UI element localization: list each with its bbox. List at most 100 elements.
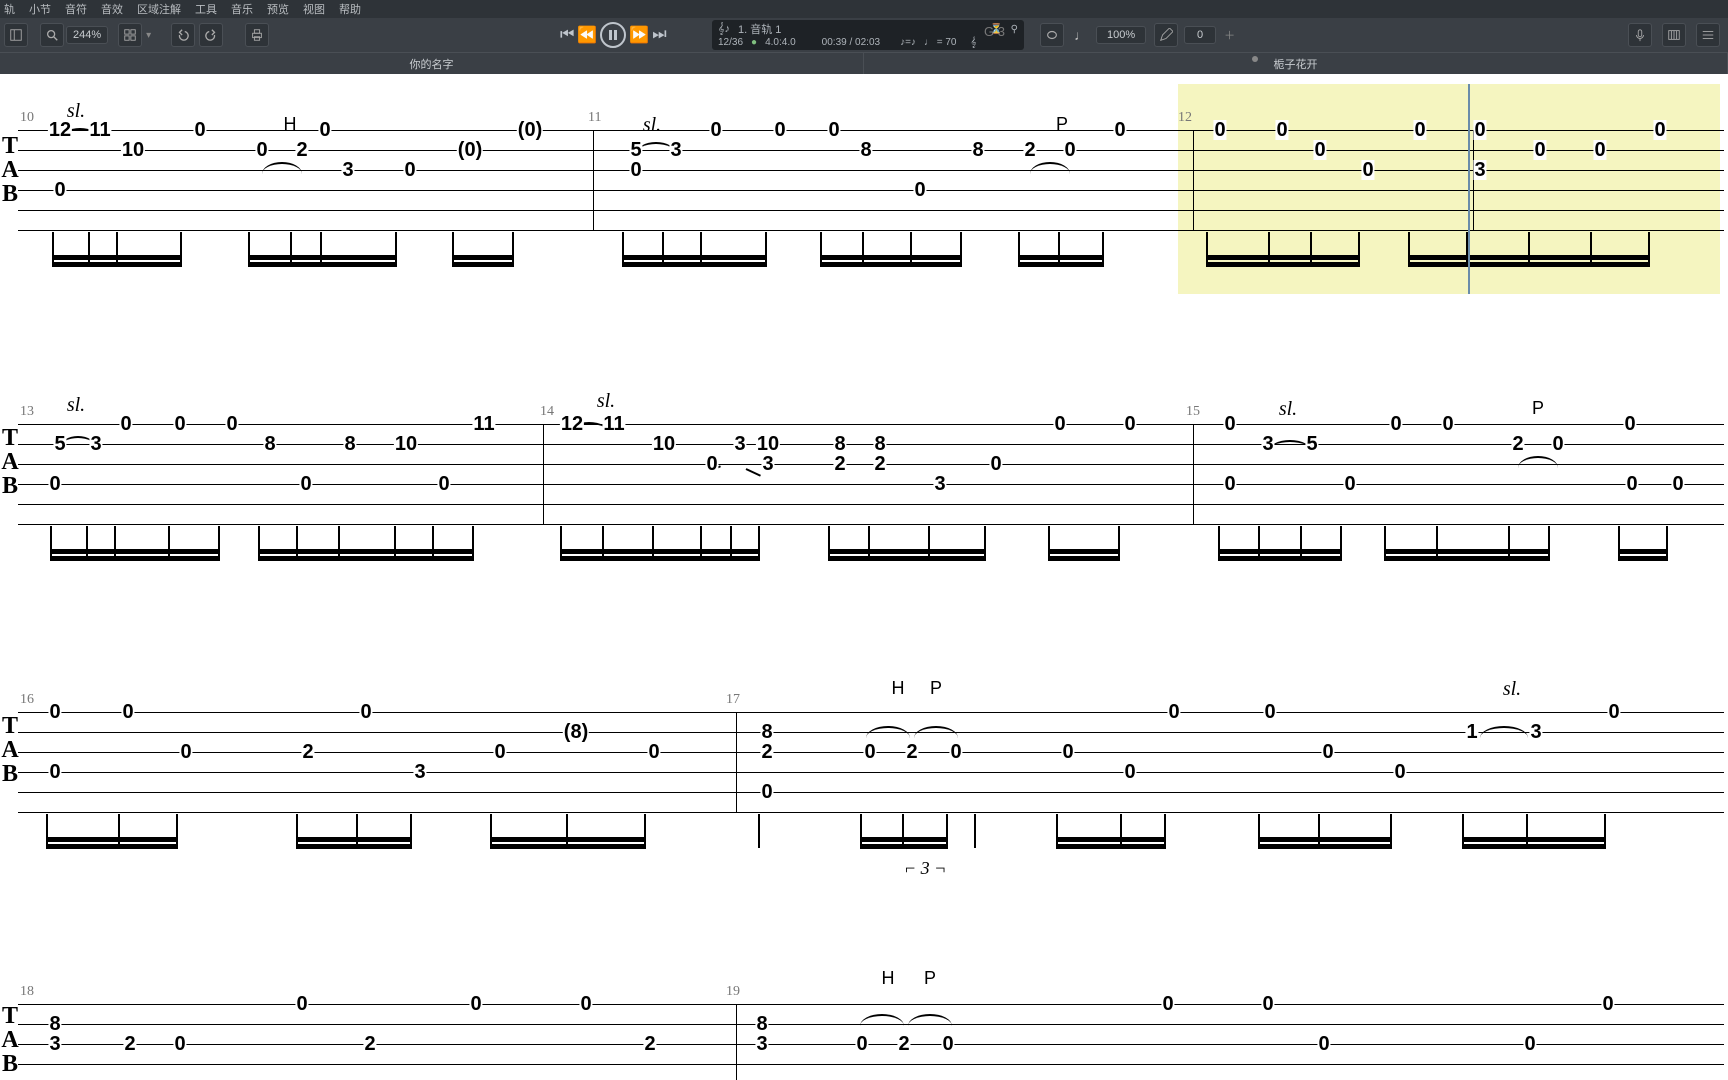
tab-note[interactable]: 2 xyxy=(123,1034,136,1054)
tab-note[interactable]: 0 xyxy=(1313,140,1326,160)
tab-note[interactable]: 0 xyxy=(119,414,132,434)
tab-note[interactable]: 0 xyxy=(295,994,308,1014)
tab-note[interactable]: 2 xyxy=(833,454,846,474)
tab-note[interactable]: 0 xyxy=(1213,120,1226,140)
tab-note[interactable]: 10 xyxy=(121,140,145,160)
menu-item[interactable]: 轨 xyxy=(4,1,15,17)
menu-item[interactable]: 视图 xyxy=(303,1,325,17)
tab-note[interactable]: 3 xyxy=(1473,160,1486,180)
tab-note[interactable]: 0 xyxy=(1607,702,1620,722)
tab-note[interactable]: 0 xyxy=(1671,474,1684,494)
tab-note[interactable]: 2 xyxy=(905,742,918,762)
fretboard-button[interactable] xyxy=(1696,23,1720,47)
tab-note[interactable]: 0 xyxy=(173,1034,186,1054)
tab-note[interactable]: 8 xyxy=(343,434,356,454)
tab-note[interactable]: 0 xyxy=(193,120,206,140)
tab-note[interactable]: 8 xyxy=(971,140,984,160)
menu-item[interactable]: 区域注解 xyxy=(137,1,181,17)
tab-note[interactable]: 0 xyxy=(1473,120,1486,140)
tab-note[interactable]: 11 xyxy=(88,120,111,140)
tab-note[interactable]: 0 xyxy=(53,180,66,200)
edit-button[interactable] xyxy=(1154,23,1178,47)
tab-note[interactable]: 0 xyxy=(493,742,506,762)
tab-note[interactable]: 3 xyxy=(761,454,774,474)
tab-note[interactable]: 8 xyxy=(873,434,886,454)
undo-button[interactable] xyxy=(171,23,195,47)
tab-note[interactable]: 0 xyxy=(1523,1034,1536,1054)
menu-item[interactable]: 帮助 xyxy=(339,1,361,17)
tab-note[interactable]: 1 xyxy=(1465,722,1478,742)
tab-note[interactable]: 0 xyxy=(318,120,331,140)
tab-note[interactable]: 0 xyxy=(1223,414,1236,434)
tab-note[interactable]: 0 xyxy=(760,782,773,802)
menu-item[interactable]: 音符 xyxy=(65,1,87,17)
tab-note[interactable]: 10 xyxy=(652,434,676,454)
tab-note[interactable]: 0 xyxy=(48,762,61,782)
tab-note[interactable]: 0 xyxy=(403,160,416,180)
tab-note[interactable]: 0 xyxy=(225,414,238,434)
tab-note[interactable]: 3 xyxy=(733,434,746,454)
tab-note[interactable]: 8 xyxy=(48,1014,61,1034)
tab-note[interactable]: 0 xyxy=(1317,1034,1330,1054)
tab-note[interactable]: 0 xyxy=(469,994,482,1014)
keyboard-button[interactable] xyxy=(1662,23,1686,47)
tab-note[interactable]: 2 xyxy=(643,1034,656,1054)
tempo-percent[interactable]: 100% xyxy=(1096,26,1146,44)
tab-note[interactable]: 0 xyxy=(517,120,543,140)
search-button[interactable] xyxy=(40,23,64,47)
tab-note[interactable]: 3 xyxy=(48,1034,61,1054)
tab-note[interactable]: 8 xyxy=(859,140,872,160)
tab-note[interactable]: 0 xyxy=(457,140,483,160)
tab-note[interactable]: 12 xyxy=(48,120,72,140)
tab-note[interactable]: 0 xyxy=(989,454,1002,474)
tab-note[interactable]: 3 xyxy=(933,474,946,494)
tab-note[interactable]: 0 xyxy=(1261,994,1274,1014)
tab-note[interactable]: 3 xyxy=(1529,722,1542,742)
tuner-icon[interactable]: ⚲ xyxy=(1011,24,1018,35)
panel-button[interactable] xyxy=(4,23,28,47)
tab-note[interactable]: 2 xyxy=(1023,140,1036,160)
score-area[interactable]: TAB101112sl.Hsl.P12110100002300053000080… xyxy=(0,74,1728,1080)
tab-note[interactable]: 0 xyxy=(949,742,962,762)
capo-field[interactable]: 0 xyxy=(1184,26,1216,44)
tab-note[interactable]: 0 xyxy=(1343,474,1356,494)
tab-note[interactable]: 0 xyxy=(705,454,718,474)
tab-note[interactable]: 0 xyxy=(1321,742,1334,762)
tab-document-1[interactable]: 你的名字 xyxy=(0,53,864,74)
tab-note[interactable]: 0 xyxy=(1389,414,1402,434)
tab-note[interactable]: 0 xyxy=(1123,762,1136,782)
tab-note[interactable]: 0 xyxy=(299,474,312,494)
tab-note[interactable]: 0 xyxy=(437,474,450,494)
tab-note[interactable]: 0 xyxy=(48,702,61,722)
tab-note[interactable]: 5 xyxy=(1305,434,1318,454)
tab-note[interactable]: 0 xyxy=(1551,434,1564,454)
tab-note[interactable]: 0 xyxy=(1161,994,1174,1014)
tab-note[interactable]: 8 xyxy=(833,434,846,454)
tab-note[interactable]: 10 xyxy=(756,434,780,454)
pause-button[interactable] xyxy=(600,22,626,48)
tab-note[interactable]: 0 xyxy=(913,180,926,200)
tab-note[interactable]: 0 xyxy=(1623,414,1636,434)
mic-button[interactable] xyxy=(1628,23,1652,47)
tab-note[interactable]: 0 xyxy=(709,120,722,140)
tab-note[interactable]: 2 xyxy=(897,1034,910,1054)
tuning-fork-icon[interactable]: 𝄞 xyxy=(970,37,976,48)
tab-note[interactable]: 10 xyxy=(394,434,418,454)
tab-note[interactable]: 0 xyxy=(1653,120,1666,140)
tab-note[interactable]: 0 xyxy=(1601,994,1614,1014)
loop-button[interactable] xyxy=(1040,23,1064,47)
tab-note[interactable]: 2 xyxy=(295,140,308,160)
tab-note[interactable]: 0 xyxy=(1275,120,1288,140)
rewind-button[interactable]: ⏪ xyxy=(577,25,597,45)
tab-note[interactable]: 3 xyxy=(341,160,354,180)
tab-note[interactable]: 0 xyxy=(827,120,840,140)
tab-note[interactable]: 3 xyxy=(755,1034,768,1054)
tab-note[interactable]: 12 xyxy=(560,414,584,434)
tab-note[interactable]: 5 xyxy=(629,140,642,160)
redo-button[interactable] xyxy=(199,23,223,47)
tab-note[interactable]: 0 xyxy=(647,742,660,762)
tab-note[interactable]: 3 xyxy=(413,762,426,782)
skip-start-button[interactable]: ⏮ xyxy=(560,26,574,44)
tab-note[interactable]: 0 xyxy=(359,702,372,722)
tab-note[interactable]: 0 xyxy=(1625,474,1638,494)
